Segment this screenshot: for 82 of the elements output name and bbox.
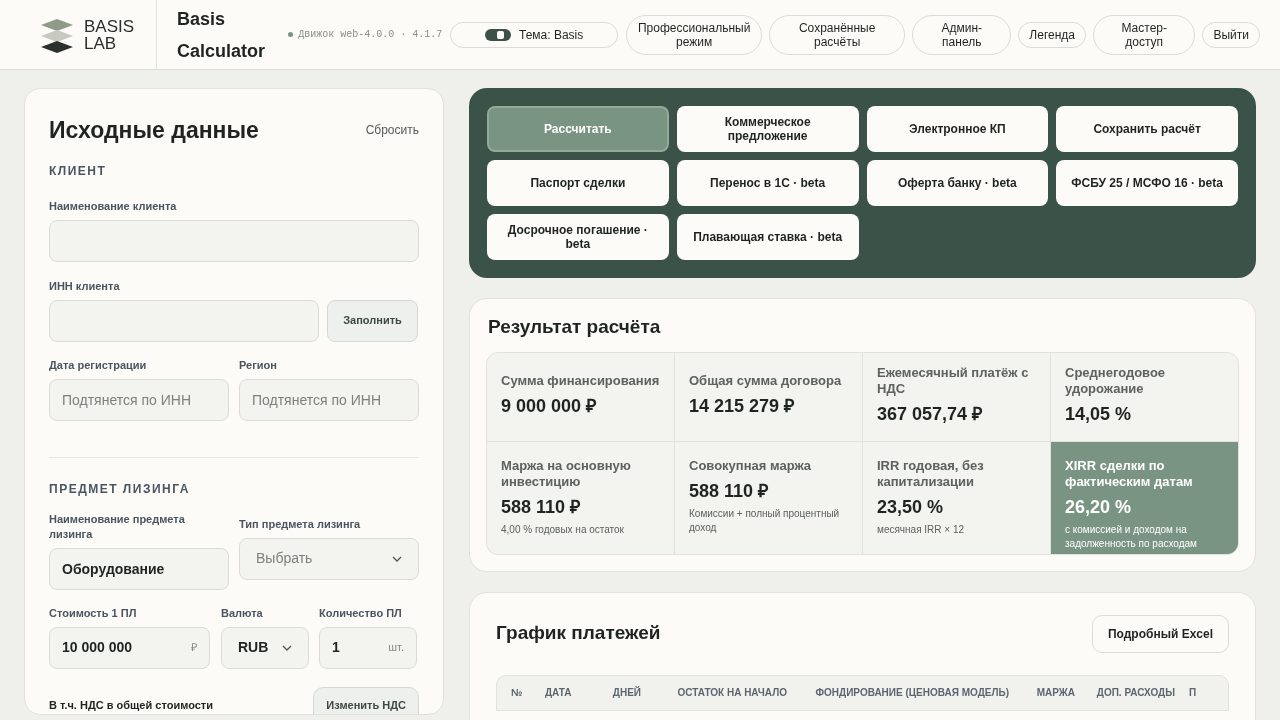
field-label: ИНН клиента — [49, 278, 121, 294]
logo-layers-icon — [40, 16, 74, 53]
section-heading: КЛИЕНТ — [49, 162, 108, 180]
input-field[interactable]: Подтянется по ИНН — [49, 378, 229, 421]
action-button[interactable]: Электронное КП — [866, 106, 1049, 152]
input-field[interactable]: Подтянется по ИНН — [239, 378, 419, 421]
nav-button[interactable]: Выйти — [1202, 21, 1260, 48]
metric-label: Совокупная маржа — [689, 457, 812, 474]
metric-label: IRR годовая, без капитализации — [877, 457, 985, 490]
metric-label: Ежемесячный платёж с НДС — [877, 365, 1030, 397]
app-title: Basis — [177, 8, 227, 29]
vat-label: В т.ч. НДС в общей стоимости — [49, 698, 213, 714]
action-button[interactable]: Оферта банку · beta — [866, 160, 1049, 206]
input-field[interactable] — [49, 219, 419, 262]
input-field[interactable]: Оборудование — [49, 547, 229, 590]
metric-label: Среднегодовое удорожание — [1065, 365, 1167, 397]
column-header: П — [1188, 686, 1198, 700]
field-label: Стоимость 1 ПЛ — [49, 605, 138, 621]
metric-label: Сумма финансирования — [501, 373, 660, 389]
section-heading: ПРЕДМЕТ ЛИЗИНГА — [49, 480, 191, 498]
column-header: ДНЕЙ — [611, 685, 641, 700]
schedule-title: График платежей — [496, 621, 661, 646]
select-field[interactable]: Выбрать — [239, 537, 419, 580]
metric-note: месячная IRR × 12 — [877, 522, 966, 537]
metric-note: 4,00 % годовых на остаток — [501, 522, 625, 537]
metric-label: XIRR сделки по фактическим датам — [1065, 457, 1194, 490]
action-button[interactable]: Досрочное погашение · beta — [487, 214, 669, 260]
metric-value: 23,50 % — [877, 495, 945, 519]
logo-text: BASIS — [84, 17, 135, 35]
metric-value: 367 057,74 ₽ — [877, 403, 984, 426]
metric-note: Комиссии + полный процентный доход — [689, 506, 841, 535]
column-header: ФОНДИРОВАНИЕ (ЦЕНОВАЯ МОДЕЛЬ) — [814, 686, 1009, 700]
field-label: Валюта — [221, 605, 264, 621]
fill-button[interactable]: Заполнить — [327, 299, 418, 342]
action-button[interactable]: Паспорт сделки — [487, 160, 669, 206]
action-button[interactable]: Коммерческое предложение — [676, 106, 859, 152]
metric-value: 588 110 ₽ — [501, 495, 582, 519]
field-label: Наименование предмета лизинга — [49, 511, 186, 542]
action-button[interactable]: Плавающая ставка · beta — [676, 214, 859, 260]
result-title: Результат расчёта — [488, 315, 662, 339]
field-label: Наименование клиента — [49, 198, 178, 214]
chevron-down-icon — [282, 644, 292, 651]
action-button[interactable]: Сохранить расчёт — [1056, 106, 1238, 152]
metric-value: 14,05 % — [1065, 403, 1133, 426]
input-field[interactable]: 10 000 000 ₽ — [49, 626, 210, 669]
column-header: ОСТАТОК НА НАЧАЛО — [676, 686, 787, 700]
column-header: МАРЖА — [1035, 686, 1075, 700]
panel-title: Исходные данные — [49, 116, 259, 145]
column-header: ДАТА — [544, 686, 573, 700]
input-field[interactable]: 1 шт. — [319, 626, 417, 669]
change-vat-button[interactable]: Изменить НДС — [313, 686, 419, 714]
metric-value: 588 110 ₽ — [689, 479, 770, 503]
engine-version: Движок web-4.0.0 · 4.1.7 — [298, 28, 443, 42]
input-field[interactable] — [49, 299, 319, 342]
action-button[interactable]: Перенос в 1С · beta — [676, 160, 859, 206]
reset-link[interactable]: Сбросить — [365, 121, 419, 140]
metric-value: 9 000 000 ₽ — [501, 395, 598, 418]
currency-select[interactable]: RUB — [221, 626, 309, 669]
metric-note: с комиссией и доходом на задолженность по расходам — [1065, 522, 1198, 551]
logo-text: LAB — [84, 34, 118, 52]
metric-label: Общая сумма договора — [689, 373, 843, 389]
app-title: Calculator — [177, 40, 267, 61]
unit-label: ₽ — [191, 640, 197, 656]
metric-label: Маржа на основную инвестицию — [501, 457, 632, 490]
excel-button[interactable]: Подробный Excel — [1091, 614, 1229, 653]
action-button[interactable]: ФСБУ 25 / МСФО 16 · beta — [1056, 160, 1238, 206]
field-label: Регион — [239, 357, 278, 373]
field-label: Тип предмета лизинга — [239, 516, 362, 532]
nav-button[interactable]: Профессиональный режим — [626, 14, 763, 55]
field-label: Дата регистрации — [49, 357, 148, 373]
column-header: ДОП. РАСХОДЫ — [1095, 686, 1175, 700]
metric-value: 14 215 279 ₽ — [689, 395, 796, 418]
field-label: Количество ПЛ — [319, 605, 403, 621]
metric-value: 26,20 % — [1065, 495, 1133, 519]
column-header: № — [510, 686, 524, 700]
theme-toggle[interactable]: Тема: Basis — [450, 21, 619, 48]
unit-label: шт. — [388, 640, 404, 656]
nav-button[interactable]: Сохранённые расчёты — [769, 14, 906, 55]
nav-button[interactable]: Легенда — [1018, 21, 1086, 48]
nav-button[interactable]: Мастер-доступ — [1093, 14, 1196, 55]
chevron-down-icon — [392, 555, 402, 562]
nav-button[interactable]: Админ-панель — [912, 14, 1012, 55]
